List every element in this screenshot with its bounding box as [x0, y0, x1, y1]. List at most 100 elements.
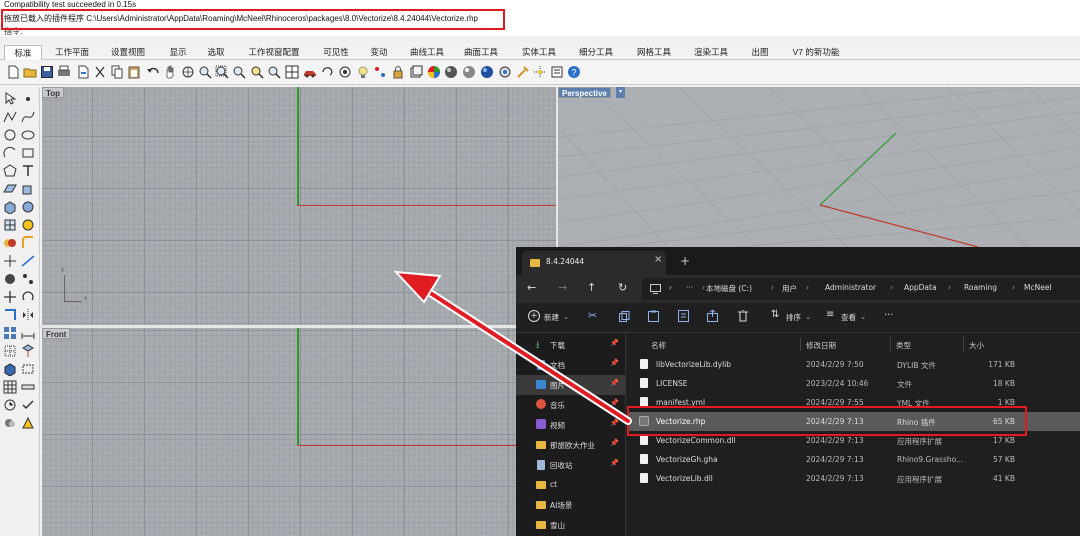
viewport-label-front[interactable]: Front	[42, 328, 71, 339]
dashed-rect-icon[interactable]	[21, 362, 35, 376]
pan-hand-icon[interactable]	[163, 65, 177, 79]
sidebar-item-folder[interactable]: ct	[516, 475, 626, 495]
layers-icon[interactable]	[409, 65, 423, 79]
four-viewports-icon[interactable]	[285, 65, 299, 79]
help-icon[interactable]: ?	[567, 65, 581, 79]
share-icon[interactable]	[707, 310, 718, 322]
ribbon-tab-visibility[interactable]: 可见性	[318, 45, 354, 60]
rename-icon[interactable]	[678, 310, 689, 322]
ribbon-tab-drafting[interactable]: 出图	[746, 45, 774, 60]
open-folder-icon[interactable]	[23, 65, 37, 79]
polygon-icon[interactable]	[3, 164, 17, 178]
sort-button[interactable]: 排序	[786, 312, 801, 323]
polyline-icon[interactable]	[3, 110, 17, 124]
forward-arrow-icon[interactable]: →	[558, 281, 567, 294]
view-button[interactable]: 查看	[841, 312, 856, 323]
boolean-icon[interactable]	[3, 236, 17, 250]
view-dropdown-chevron-icon[interactable]: ⌄	[860, 312, 866, 321]
file-row[interactable]: VectorizeGh.gha 2024/2/29 7:13 Rhino9.Gr…	[627, 450, 1080, 469]
sidebar-item-music[interactable]: 音乐 📌	[516, 395, 626, 415]
file-row[interactable]: libVectorizeLib.dylib 2024/2/29 7:50 DYL…	[627, 355, 1080, 374]
sort-icon[interactable]: ⇅	[771, 309, 779, 320]
zoom-dynamic-icon[interactable]	[198, 65, 212, 79]
file-row[interactable]: LICENSE 2023/2/24 10:46 文件 18 KB	[627, 374, 1080, 393]
rectangle-icon[interactable]	[21, 146, 35, 160]
ribbon-tab-select[interactable]: 选取	[201, 45, 231, 60]
cut-icon[interactable]	[93, 65, 107, 79]
ribbon-tab-new-in-v7[interactable]: V7 的新功能	[786, 45, 846, 60]
ribbon-tab-viewport-layout[interactable]: 工作视窗配置	[244, 45, 304, 60]
column-header-size[interactable]: 大小	[969, 340, 984, 351]
lock-icon[interactable]	[391, 65, 405, 79]
new-button[interactable]: 新建	[544, 312, 559, 323]
viewport-label-top[interactable]: Top	[42, 87, 65, 98]
column-header-name[interactable]: 名称	[651, 340, 666, 351]
box-icon[interactable]	[3, 200, 17, 214]
ribbon-tab-surface-tools[interactable]: 曲面工具	[460, 45, 502, 60]
ribbon-tab-display[interactable]: 显示	[163, 45, 193, 60]
point-icon[interactable]	[21, 92, 35, 106]
zoom-all-icon[interactable]	[267, 65, 281, 79]
hide-icon[interactable]	[3, 416, 17, 430]
undo-view-icon[interactable]	[321, 65, 335, 79]
sidebar-item-folder[interactable]: AI场景	[516, 495, 626, 515]
breadcrumb-segment[interactable]: 本地磁盘 (C:)	[706, 283, 752, 294]
select-arrow-icon[interactable]	[3, 92, 17, 106]
print-icon[interactable]	[57, 65, 71, 79]
rotate-view-icon[interactable]	[181, 65, 195, 79]
pin-icon[interactable]: 📌	[610, 359, 619, 367]
close-tab-icon[interactable]: ×	[654, 254, 662, 265]
circle-icon[interactable]	[3, 128, 17, 142]
sidebar-item-downloads[interactable]: ⭳ 下载 📌	[516, 335, 626, 355]
array-icon[interactable]	[3, 326, 17, 340]
fillet-icon[interactable]	[21, 236, 35, 250]
save-icon[interactable]	[40, 65, 54, 79]
color-wheel-icon[interactable]	[427, 65, 441, 79]
ribbon-tab-transform[interactable]: 变动	[364, 45, 394, 60]
paste-icon[interactable]	[127, 65, 141, 79]
explorer-tab[interactable]: 8.4.24044 ×	[522, 251, 666, 275]
arc-icon[interactable]	[3, 146, 17, 160]
sidebar-item-documents[interactable]: 文档 📌	[516, 355, 626, 375]
ribbon-tab-set-view[interactable]: 设置视图	[106, 45, 150, 60]
viewport-perspective[interactable]: Perspective ▾	[558, 87, 1080, 247]
shaded-sphere-icon[interactable]	[444, 65, 458, 79]
viewport-top[interactable]: Top y x	[42, 87, 556, 325]
ribbon-tab-subd-tools[interactable]: 细分工具	[575, 45, 617, 60]
subd-icon[interactable]	[21, 218, 35, 232]
rotate-icon[interactable]	[21, 290, 35, 304]
view-icon[interactable]: ≡	[826, 309, 834, 320]
grid-points-icon[interactable]	[3, 344, 17, 358]
history-icon[interactable]	[3, 398, 17, 412]
new-tab-icon[interactable]: +	[680, 254, 690, 268]
car-render-icon[interactable]	[303, 65, 317, 79]
surface-icon[interactable]	[3, 182, 17, 196]
scale-icon[interactable]	[3, 308, 17, 322]
mirror-icon[interactable]	[21, 308, 35, 322]
breadcrumb-segment[interactable]: Administrator	[825, 283, 876, 292]
sphere-icon[interactable]	[21, 200, 35, 214]
pin-icon[interactable]: 📌	[610, 399, 619, 407]
copy-icon[interactable]	[619, 311, 630, 322]
undo-icon[interactable]	[146, 65, 160, 79]
explode-icon[interactable]	[21, 272, 35, 286]
refresh-icon[interactable]: ↻	[618, 281, 627, 294]
column-header-date[interactable]: 修改日期	[806, 340, 836, 351]
path-overflow-icon[interactable]: ›	[669, 283, 672, 292]
file-row[interactable]: VectorizeLib.dll 2024/2/29 7:13 应用程序扩展 4…	[627, 469, 1080, 488]
dimension-icon[interactable]	[21, 326, 35, 340]
sort-dropdown-chevron-icon[interactable]: ⌄	[805, 312, 811, 321]
extrude-icon[interactable]	[21, 182, 35, 196]
split-icon[interactable]	[21, 254, 35, 268]
grid-array-icon[interactable]	[3, 380, 17, 394]
pin-icon[interactable]: 📌	[610, 459, 619, 467]
path-ellipsis[interactable]: ···	[686, 283, 693, 292]
delete-icon[interactable]	[738, 310, 748, 322]
new-dropdown-chevron-icon[interactable]: ⌄	[563, 312, 569, 321]
sidebar-item-recycle-bin[interactable]: 回收站 📌	[516, 455, 626, 475]
object-snap-icon[interactable]	[373, 65, 387, 79]
check-icon[interactable]	[21, 398, 35, 412]
new-plus-icon[interactable]: +	[528, 310, 540, 322]
back-arrow-icon[interactable]: ←	[527, 281, 536, 294]
zoom-window-icon[interactable]	[215, 65, 229, 79]
